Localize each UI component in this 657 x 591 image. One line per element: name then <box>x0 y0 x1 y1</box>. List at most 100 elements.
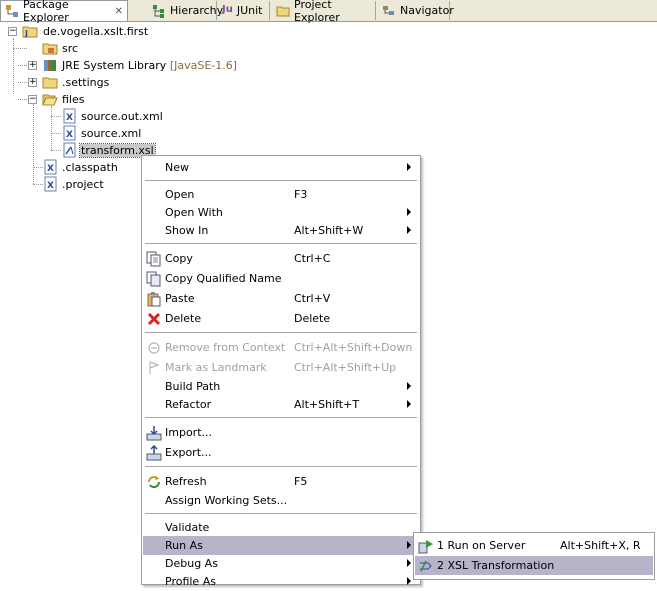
tree-item-source-out-xml[interactable]: source.out.xml <box>81 110 163 123</box>
tree-connector <box>33 184 43 185</box>
export-icon <box>146 444 162 461</box>
tab-package-explorer[interactable]: Package Explorer ✕ <box>0 0 128 24</box>
menu-item-label: Show In <box>165 224 209 237</box>
menu-item-label: 1 Run on Server <box>437 539 526 552</box>
expand-toggle[interactable]: + <box>28 61 37 70</box>
menu-separator <box>145 513 417 514</box>
refresh-icon <box>146 474 162 490</box>
menu-item-new[interactable]: New <box>143 158 419 177</box>
menu-shortcut: F5 <box>294 475 308 488</box>
tab-project-explorer[interactable]: Project Explorer <box>272 0 376 24</box>
menu-item-label: New <box>165 161 189 174</box>
menu-item-mark-as-landmark[interactable]: Mark as Landmark Ctrl+Alt+Shift+Up <box>143 358 419 377</box>
menu-item-label: 2 XSL Transformation <box>437 559 555 572</box>
menu-item-label: Copy Qualified Name <box>165 272 282 285</box>
remove-context-icon <box>146 340 162 356</box>
menu-separator <box>145 417 417 418</box>
tree-connector <box>18 65 27 66</box>
menu-item-label: Export... <box>165 446 212 459</box>
menu-separator <box>145 332 417 333</box>
tree-connector <box>33 104 34 184</box>
menu-item-import[interactable]: Import... <box>143 423 419 442</box>
menu-item-copy[interactable]: Copy Ctrl+C <box>143 249 419 268</box>
menu-item-label: Open <box>165 188 195 201</box>
menu-item-copy-qualified-name[interactable]: Copy Qualified Name <box>143 269 419 288</box>
menu-shortcut: Ctrl+V <box>294 292 331 305</box>
run-as-submenu: 1 Run on Server Alt+Shift+X, R 2 XSL Tra… <box>413 532 655 580</box>
menu-shortcut: Ctrl+C <box>294 252 331 265</box>
hierarchy-icon <box>152 4 166 18</box>
menu-item-profile-as[interactable]: Profile As <box>143 572 419 591</box>
xsl-transformation-icon <box>418 558 434 574</box>
collapse-toggle[interactable]: − <box>28 95 37 104</box>
menu-item-debug-as[interactable]: Debug As <box>143 554 419 573</box>
tab-hierarchy[interactable]: Hierarchy <box>148 1 223 20</box>
menu-item-delete[interactable]: Delete Delete <box>143 309 419 328</box>
tree-item-files[interactable]: files <box>62 93 84 106</box>
submenu-arrow-icon <box>407 208 411 216</box>
menu-item-refactor[interactable]: Refactor Alt+Shift+T <box>143 395 419 414</box>
menu-item-assign-working-sets[interactable]: Assign Working Sets... <box>143 491 419 510</box>
menu-item-paste[interactable]: Paste Ctrl+V <box>143 289 419 308</box>
tab-label: JUnit <box>236 4 263 17</box>
menu-shortcut: Ctrl+Alt+Shift+Down <box>294 341 413 354</box>
menu-item-run-as[interactable]: Run As <box>143 536 419 555</box>
tab-navigator[interactable]: Navigator <box>378 1 454 20</box>
submenu-arrow-icon <box>407 577 411 585</box>
menu-item-label: Paste <box>165 292 195 305</box>
tree-connector <box>18 82 27 83</box>
menu-item-label: Remove from Context <box>165 341 286 354</box>
tree-connector <box>51 106 52 150</box>
svg-text:X: X <box>66 130 73 140</box>
tab-label: Project Explorer <box>294 0 340 24</box>
xml-file-icon: X <box>62 108 78 124</box>
menu-item-refresh[interactable]: Refresh F5 <box>143 472 419 491</box>
menu-item-remove-from-context[interactable]: Remove from Context Ctrl+Alt+Shift+Down <box>143 338 419 357</box>
navigator-icon <box>382 4 396 18</box>
menu-item-label: Open With <box>165 206 223 219</box>
tree-item-source-xml[interactable]: source.xml <box>81 127 141 140</box>
menu-item-label: Import... <box>165 426 212 439</box>
java-project-icon: J <box>22 23 38 39</box>
tree-connector <box>18 99 27 100</box>
tree-item-jre-row: JRE System Library [JavaSE-1.6] <box>62 59 237 72</box>
tree-item-settings[interactable]: .settings <box>62 76 109 89</box>
delete-icon <box>146 311 162 327</box>
close-icon[interactable]: ✕ <box>115 6 123 17</box>
collapse-toggle[interactable]: − <box>8 27 17 36</box>
tree-item-src[interactable]: src <box>62 42 78 55</box>
submenu-arrow-icon <box>407 382 411 390</box>
tree-connector <box>51 133 61 134</box>
submenu-item-xsl-transformation[interactable]: 2 XSL Transformation <box>415 556 653 575</box>
menu-item-label: Copy <box>165 252 193 265</box>
submenu-arrow-icon <box>407 226 411 234</box>
menu-item-export[interactable]: Export... <box>143 443 419 462</box>
submenu-item-run-on-server[interactable]: 1 Run on Server Alt+Shift+X, R <box>415 536 653 555</box>
copy-qualified-name-icon <box>146 271 162 287</box>
project-explorer-icon <box>276 4 290 18</box>
submenu-arrow-icon <box>407 400 411 408</box>
svg-text:X: X <box>66 113 73 123</box>
tree-item-jre[interactable]: JRE System Library <box>62 59 166 72</box>
copy-icon <box>146 251 162 267</box>
tree-connector <box>13 48 27 49</box>
tree-item-classpath[interactable]: .classpath <box>62 161 118 174</box>
tree-item-project-file[interactable]: .project <box>62 178 104 191</box>
menu-item-open-with[interactable]: Open With <box>143 203 419 222</box>
menu-item-build-path[interactable]: Build Path <box>143 377 419 396</box>
menu-item-open[interactable]: Open F3 <box>143 185 419 204</box>
menu-item-validate[interactable]: Validate <box>143 518 419 537</box>
expand-toggle[interactable]: + <box>28 78 37 87</box>
xml-file-icon: X <box>43 176 59 192</box>
svg-text:J: J <box>24 29 28 38</box>
tree-item-project[interactable]: de.vogella.xslt.first <box>43 25 148 38</box>
tab-label: Hierarchy <box>170 4 224 17</box>
menu-separator <box>145 243 417 244</box>
package-explorer-icon <box>5 4 19 18</box>
open-folder-icon <box>42 91 58 107</box>
menu-item-label: Debug As <box>165 557 218 570</box>
submenu-arrow-icon <box>407 163 411 171</box>
menu-shortcut: F3 <box>294 188 308 201</box>
tab-junit[interactable]: Ju JUnit <box>218 1 270 20</box>
menu-item-show-in[interactable]: Show In Alt+Shift+W <box>143 221 419 240</box>
